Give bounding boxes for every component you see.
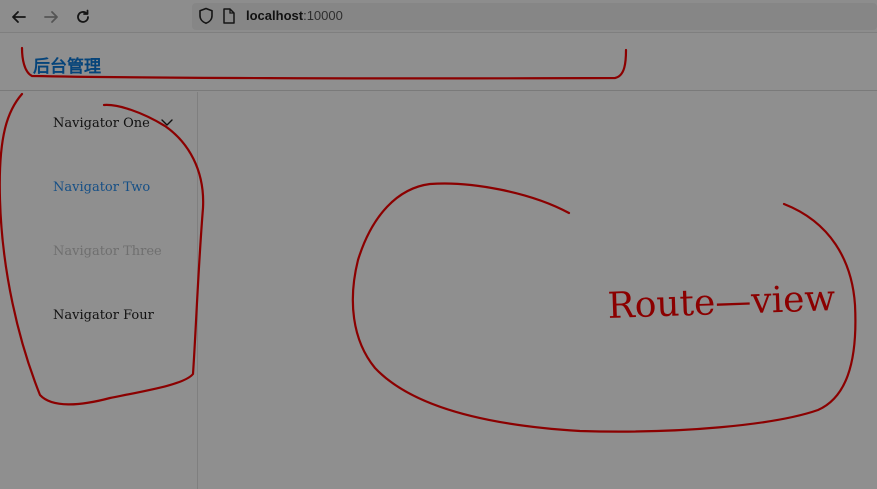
app-title: 后台管理 [33, 57, 101, 77]
sidebar-item-navigator-two[interactable]: Navigator Two [53, 178, 150, 198]
browser-toolbar: localhost:10000 [0, 0, 877, 33]
shield-icon[interactable] [198, 7, 214, 25]
reload-icon [77, 9, 89, 23]
back-button[interactable] [8, 6, 30, 28]
url-port: :10000 [303, 8, 343, 23]
reload-button[interactable] [72, 6, 94, 28]
page-icon[interactable] [222, 7, 236, 25]
url-text[interactable]: localhost:10000 [246, 8, 343, 24]
url-host: localhost [246, 8, 304, 23]
arrow-left-icon [12, 11, 26, 23]
router-view-handwritten-label: Route—view [607, 278, 836, 327]
forward-button[interactable] [40, 6, 62, 28]
sidebar [0, 92, 198, 489]
router-view-loop-annotation [351, 182, 857, 433]
arrow-right-icon [44, 11, 58, 23]
sidebar-item-navigator-four[interactable]: Navigator Four [53, 306, 154, 326]
sidebar-item-navigator-one[interactable]: Navigator One [53, 114, 150, 134]
app-header: 后台管理 [0, 33, 877, 91]
sidebar-item-navigator-three: Navigator Three [53, 244, 162, 259]
chevron-down-icon[interactable] [160, 117, 174, 129]
